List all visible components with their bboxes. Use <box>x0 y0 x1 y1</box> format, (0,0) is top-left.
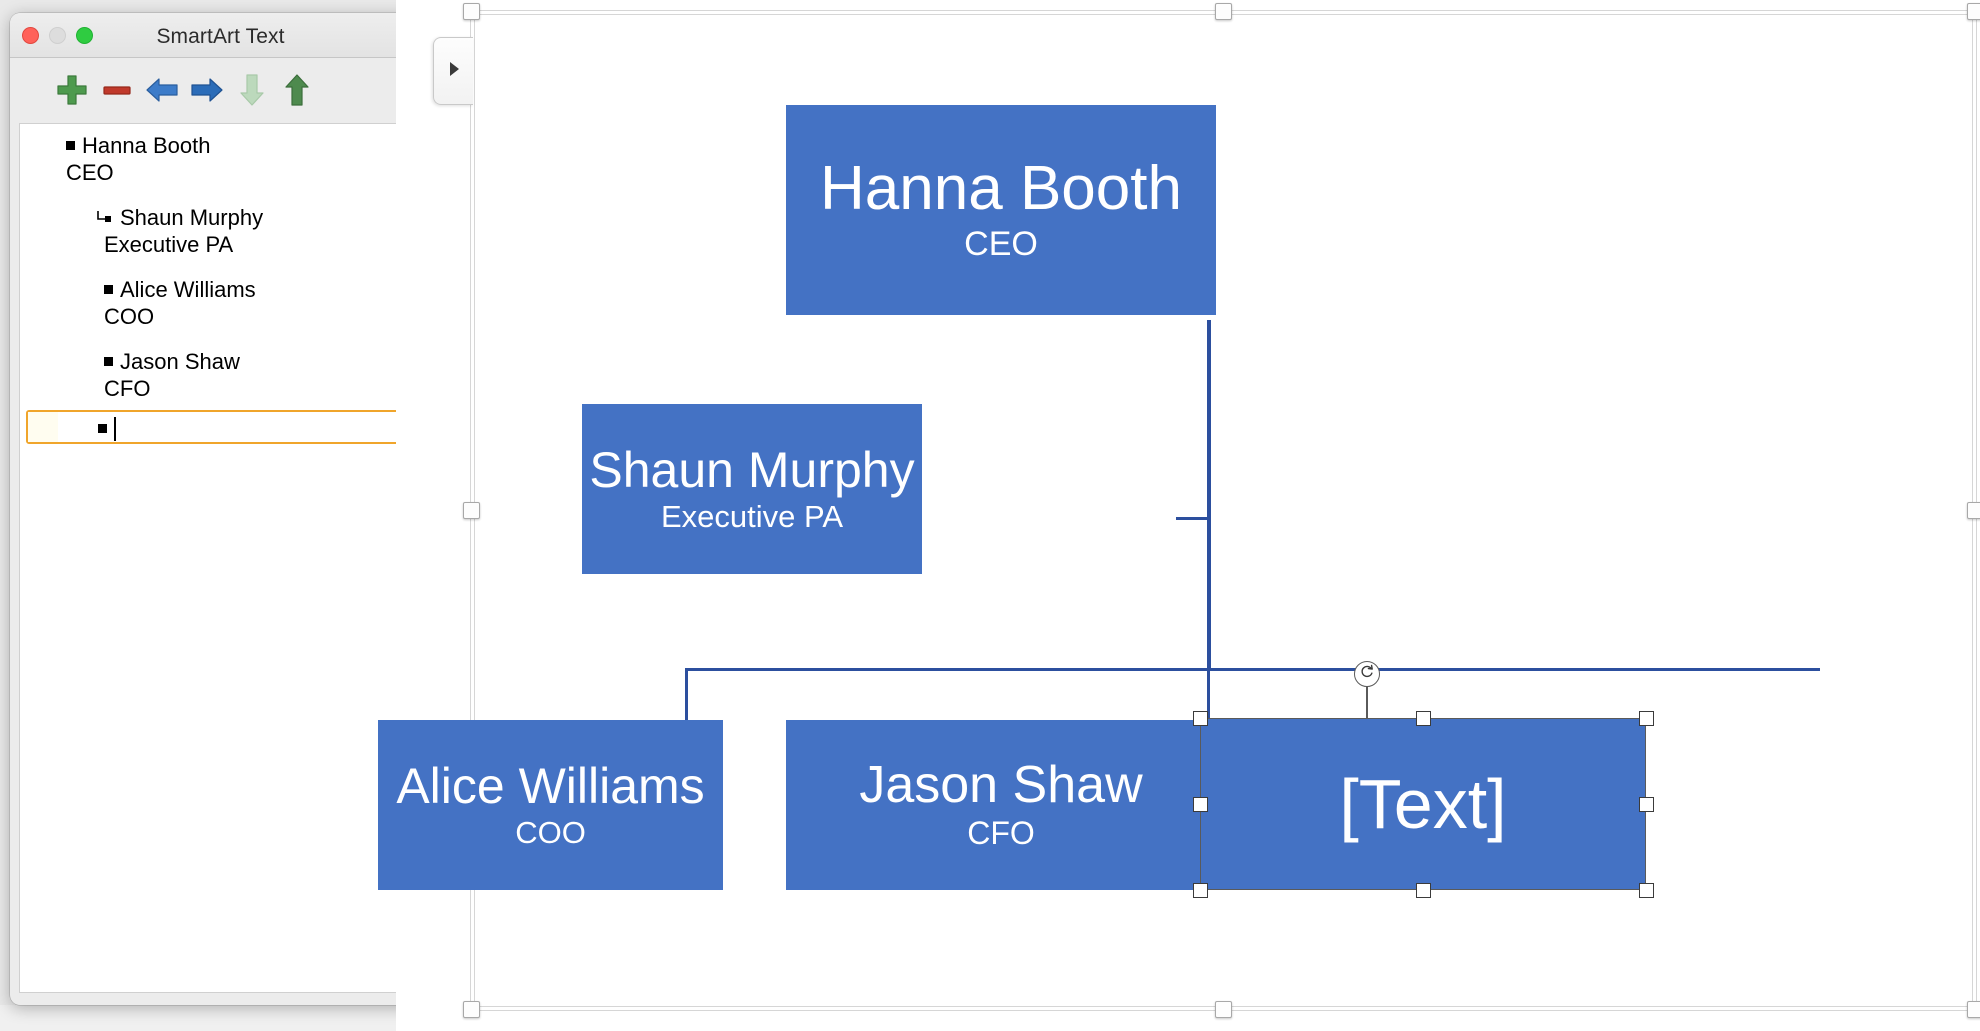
smartart-text-list[interactable]: Hanna Booth CEO Shaun Murphy Executive P… <box>19 123 422 993</box>
frame-handle-top-left[interactable] <box>463 3 480 20</box>
smartart-text-window: SmartArt Text Hanna Booth CEO Shaun Murp… <box>10 13 431 1005</box>
bullet-square-icon <box>98 424 107 433</box>
org-node-cfo[interactable]: Jason Shaw CFO <box>786 720 1216 890</box>
promote-button[interactable] <box>138 66 186 114</box>
org-node-placeholder-text: [Text] <box>1339 764 1507 843</box>
shape-handle-middle-left[interactable] <box>1193 797 1208 812</box>
shape-handle-bottom-left[interactable] <box>1193 883 1208 898</box>
arrow-left-icon <box>143 71 181 109</box>
bullet-assistant-icon <box>96 209 112 225</box>
org-node-role: CFO <box>967 815 1035 852</box>
shape-handle-bottom-center[interactable] <box>1416 883 1431 898</box>
frame-handle-top-right[interactable] <box>1967 3 1980 20</box>
expand-text-pane-button[interactable] <box>433 37 473 105</box>
shape-handle-middle-right[interactable] <box>1639 797 1654 812</box>
demote-button[interactable] <box>183 66 231 114</box>
window-title: SmartArt Text <box>156 25 285 48</box>
shape-handle-bottom-right[interactable] <box>1639 883 1654 898</box>
minus-icon <box>98 71 136 109</box>
bullet-square-icon <box>104 357 113 366</box>
connector-horizontal-bus <box>685 668 1820 671</box>
list-item-role: CEO <box>66 160 114 185</box>
frame-handle-bottom-center[interactable] <box>1215 1001 1232 1018</box>
list-item-role: CFO <box>104 376 151 401</box>
frame-handle-middle-right[interactable] <box>1967 502 1980 519</box>
rotate-icon <box>1359 664 1375 685</box>
rotation-stem <box>1366 686 1368 718</box>
list-item-name: Hanna Booth <box>82 133 211 158</box>
window-titlebar: SmartArt Text <box>10 13 431 58</box>
org-node-role: Executive PA <box>660 498 844 534</box>
org-node-name: Hanna Booth <box>820 154 1182 224</box>
bullet-square-icon <box>66 141 75 150</box>
text-caret <box>114 417 116 441</box>
active-entry-highlight <box>28 412 58 442</box>
rotate-handle[interactable] <box>1354 661 1380 687</box>
org-node-role: COO <box>515 814 586 850</box>
smartart-canvas[interactable]: Hanna Booth CEO Shaun Murphy Executive P… <box>378 0 1980 1031</box>
org-node-name: Jason Shaw <box>859 756 1143 815</box>
plus-icon <box>53 71 91 109</box>
shape-handle-top-left[interactable] <box>1193 711 1208 726</box>
org-node-ceo[interactable]: Hanna Booth CEO <box>786 105 1216 315</box>
list-item[interactable]: Jason Shaw CFO <box>20 348 421 402</box>
frame-handle-bottom-left[interactable] <box>463 1001 480 1018</box>
list-item-name: Shaun Murphy <box>120 205 264 230</box>
smartart-toolbar <box>10 58 431 122</box>
connector-assistant-stub <box>1176 517 1210 520</box>
org-node-coo[interactable]: Alice Williams COO <box>378 720 723 890</box>
list-item-name: Jason Shaw <box>120 349 240 374</box>
org-node-name: Shaun Murphy <box>589 441 915 498</box>
list-item[interactable]: Alice Williams COO <box>20 276 421 330</box>
move-up-button[interactable] <box>273 66 321 114</box>
list-item-name: Alice Williams <box>120 277 256 302</box>
connector-ceo-vertical <box>1207 320 1211 670</box>
frame-handle-bottom-right[interactable] <box>1967 1001 1980 1018</box>
bullet-square-icon <box>104 285 113 294</box>
arrow-down-icon <box>233 71 271 109</box>
connector-drop-coo <box>685 668 688 720</box>
remove-shape-button[interactable] <box>93 66 141 114</box>
shape-handle-top-center[interactable] <box>1416 711 1431 726</box>
list-item[interactable]: Shaun Murphy Executive PA <box>20 204 421 258</box>
add-shape-button[interactable] <box>48 66 96 114</box>
frame-handle-middle-left[interactable] <box>463 502 480 519</box>
active-text-entry-field[interactable] <box>26 410 415 444</box>
arrow-right-icon <box>188 71 226 109</box>
move-down-button[interactable] <box>228 66 276 114</box>
shape-handle-top-right[interactable] <box>1639 711 1654 726</box>
arrow-up-icon <box>278 71 316 109</box>
backdrop-bottom-strip <box>0 1005 396 1031</box>
frame-handle-top-center[interactable] <box>1215 3 1232 20</box>
list-item[interactable]: Hanna Booth CEO <box>20 132 421 186</box>
org-node-assistant[interactable]: Shaun Murphy Executive PA <box>582 404 922 574</box>
org-node-new-selected[interactable]: [Text] <box>1200 718 1646 890</box>
list-item-role: COO <box>104 304 155 329</box>
org-node-name: Alice Williams <box>396 757 705 814</box>
list-item-role: Executive PA <box>104 232 234 257</box>
org-node-role: CEO <box>964 224 1038 263</box>
triangle-right-icon <box>446 59 462 84</box>
